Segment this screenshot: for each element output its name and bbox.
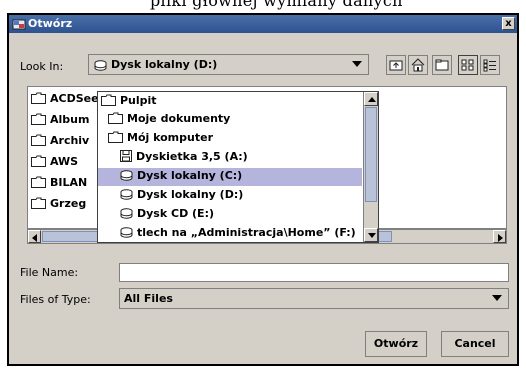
open-file-dialog: Otwórz x Look In: Dysk lokalny (D:) ACDS… — [7, 13, 519, 366]
floppy-icon — [120, 150, 132, 162]
details-view-button[interactable] — [480, 55, 500, 75]
chevron-down-icon — [492, 295, 502, 301]
file-name-label: File Name: — [20, 266, 79, 279]
scroll-down-button[interactable] — [364, 228, 378, 242]
scroll-left-button[interactable] — [28, 230, 41, 243]
list-item[interactable]: ACDSee — [31, 91, 99, 109]
dialog-title: Otwórz — [28, 17, 73, 30]
drive-icon — [120, 169, 133, 181]
list-item[interactable]: Grzeg — [31, 196, 86, 214]
dropdown-scrollbar[interactable] — [363, 92, 378, 242]
java-app-icon — [12, 19, 26, 30]
drive-icon — [120, 188, 133, 200]
home-button[interactable] — [408, 55, 428, 75]
folder-icon — [101, 94, 116, 106]
look-in-dropdown[interactable]: Pulpit Moje dokumenty Mój komputer Dyski… — [97, 91, 379, 243]
files-of-type-combo[interactable]: All Files — [119, 288, 509, 309]
files-of-type-label: Files of Type: — [20, 293, 91, 306]
folder-icon — [31, 113, 46, 125]
folder-icon — [31, 197, 46, 209]
list-view-button[interactable] — [458, 55, 478, 75]
file-name-input[interactable] — [119, 263, 509, 282]
folder-icon — [31, 134, 46, 146]
scroll-right-button[interactable] — [493, 230, 506, 243]
drive-icon — [94, 60, 107, 71]
list-item[interactable]: Archiv — [31, 133, 89, 151]
cancel-button[interactable]: Cancel — [441, 331, 509, 357]
arrow-left-icon — [32, 234, 37, 242]
dropdown-item-network-f[interactable]: tlech na „Administracja\Home” (F:) — [98, 225, 362, 243]
up-one-level-button[interactable] — [386, 55, 406, 75]
folder-icon — [31, 176, 46, 188]
close-button[interactable]: x — [502, 17, 515, 30]
open-button[interactable]: Otwórz — [365, 331, 427, 357]
dropdown-item-floppy-a[interactable]: Dyskietka 3,5 (A:) — [98, 149, 362, 167]
new-folder-button[interactable] — [432, 55, 452, 75]
folder-icon — [31, 92, 46, 104]
dropdown-item-drive-c[interactable]: Dysk lokalny (C:) — [98, 168, 362, 186]
dropdown-scroll-thumb[interactable] — [365, 107, 377, 202]
folder-icon — [108, 131, 123, 143]
arrow-down-icon — [368, 233, 376, 238]
scroll-up-button[interactable] — [364, 92, 378, 106]
network-drive-icon — [120, 226, 133, 238]
dropdown-item-cd-e[interactable]: Dysk CD (E:) — [98, 206, 362, 224]
folder-icon — [108, 112, 123, 124]
arrow-up-icon — [368, 97, 376, 102]
title-bar: Otwórz x — [9, 15, 517, 33]
dropdown-item-moje-dokumenty[interactable]: Moje dokumenty — [98, 111, 362, 129]
background-window-text: pliki głównej wymiany danych — [0, 0, 526, 13]
background-text: pliki głównej wymiany danych — [150, 0, 403, 10]
dropdown-item-pulpit[interactable]: Pulpit — [98, 93, 362, 111]
list-view-icon — [461, 59, 474, 71]
up-folder-icon — [389, 60, 403, 71]
dropdown-item-drive-d[interactable]: Dysk lokalny (D:) — [98, 187, 362, 205]
home-icon — [411, 58, 425, 72]
new-folder-icon — [435, 59, 449, 71]
arrow-right-icon — [498, 234, 503, 242]
look-in-combo[interactable]: Dysk lokalny (D:) — [88, 54, 369, 75]
chevron-down-icon — [352, 61, 362, 67]
list-item[interactable]: AWS — [31, 154, 78, 172]
drive-icon — [120, 207, 133, 219]
files-of-type-value: All Files — [124, 292, 173, 305]
dropdown-item-moj-komputer[interactable]: Mój komputer — [98, 130, 362, 148]
list-item[interactable]: Album — [31, 112, 89, 130]
folder-icon — [31, 155, 46, 167]
list-item[interactable]: BILAN — [31, 175, 87, 193]
look-in-label: Look In: — [20, 60, 64, 73]
look-in-value: Dysk lokalny (D:) — [111, 58, 218, 71]
details-view-icon — [483, 59, 496, 72]
